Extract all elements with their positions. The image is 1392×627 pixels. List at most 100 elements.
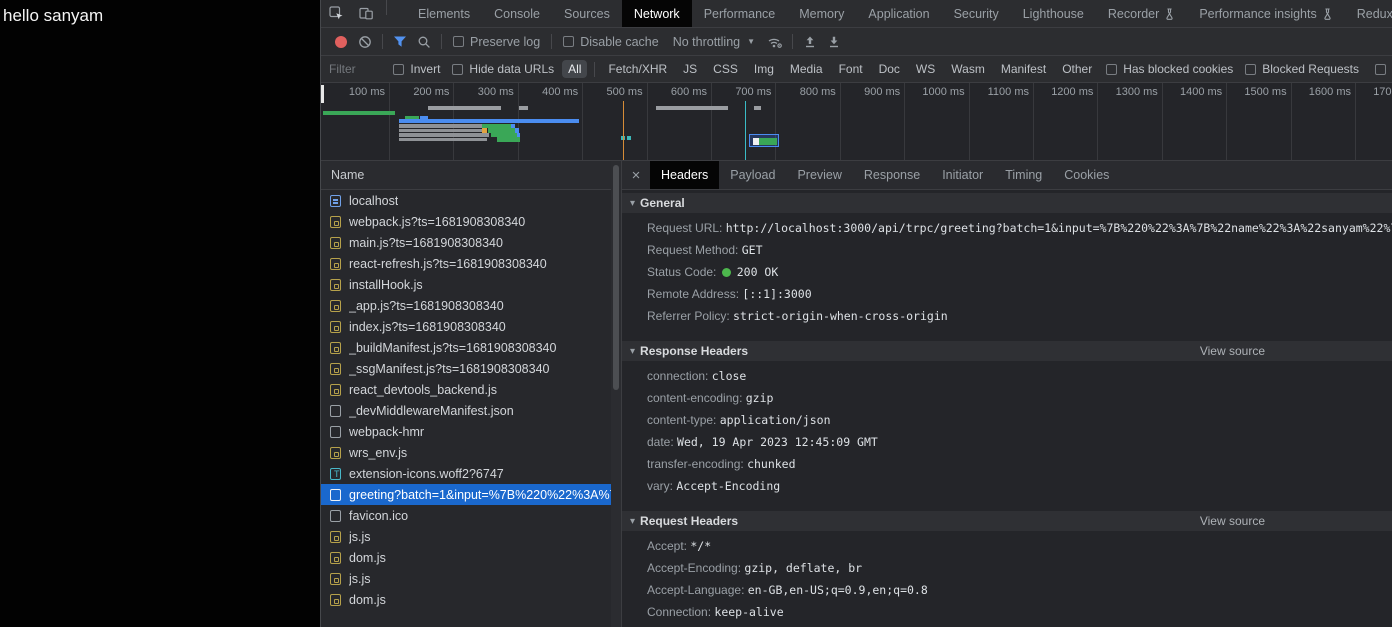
request-row[interactable]: react-refresh.js?ts=1681908308340 [321, 253, 611, 274]
devtools-tab-console[interactable]: Console [482, 0, 552, 27]
search-button[interactable] [412, 30, 436, 54]
request-row[interactable]: _devMiddlewareManifest.json [321, 400, 611, 421]
request-row[interactable]: webpack-hmr [321, 421, 611, 442]
request-row[interactable]: _buildManifest.js?ts=1681908308340 [321, 337, 611, 358]
record-network-log-button[interactable] [329, 30, 353, 54]
header-value: close [712, 369, 747, 383]
request-row[interactable]: webpack.js?ts=1681908308340 [321, 211, 611, 232]
devtools-tab-network[interactable]: Network [622, 0, 692, 27]
js-file-icon [330, 447, 341, 459]
export-har-button[interactable] [822, 30, 846, 54]
detail-tab-cookies[interactable]: Cookies [1053, 161, 1120, 189]
waterfall-bar [627, 136, 631, 140]
devtools-tab-application[interactable]: Application [856, 0, 941, 27]
filter-type-fetch-xhr[interactable]: Fetch/XHR [602, 60, 673, 78]
section-header-general[interactable]: ▾General [622, 193, 1392, 213]
name-column-header[interactable]: Name [321, 161, 611, 190]
toolbar-divider [386, 0, 387, 15]
has-blocked-cookies-label: Has blocked cookies [1123, 62, 1233, 76]
request-row[interactable]: js.js [321, 568, 611, 589]
clear-network-log-button[interactable] [353, 30, 377, 54]
request-row[interactable]: dom.js [321, 589, 611, 610]
devtools-tab-redux[interactable]: Redux [1345, 0, 1392, 27]
filter-button[interactable] [388, 30, 412, 54]
inspect-element-button[interactable] [321, 0, 351, 27]
header-key: Accept-Language: [647, 583, 748, 597]
hide-data-urls-checkbox[interactable]: Hide data URLs [446, 62, 560, 76]
filter-type-js[interactable]: JS [677, 60, 703, 78]
tab-label: Console [494, 7, 540, 21]
tab-label: Network [634, 7, 680, 21]
filter-type-media[interactable]: Media [784, 60, 829, 78]
filter-type-css[interactable]: CSS [707, 60, 744, 78]
request-row[interactable]: installHook.js [321, 274, 611, 295]
devtools-tab-memory[interactable]: Memory [787, 0, 856, 27]
detail-tab-initiator[interactable]: Initiator [931, 161, 994, 189]
devtools-tab-sources[interactable]: Sources [552, 0, 622, 27]
device-toolbar-button[interactable] [351, 0, 381, 27]
request-row[interactable]: _ssgManifest.js?ts=1681908308340 [321, 358, 611, 379]
header-value: strict-origin-when-cross-origin [733, 309, 948, 323]
devtools-main-tabbar: Elements Console Sources Network Performance… [321, 0, 1392, 28]
request-row[interactable]: main.js?ts=1681908308340 [321, 232, 611, 253]
filter-type-doc[interactable]: Doc [873, 60, 906, 78]
request-row[interactable]: wrs_env.js [321, 442, 611, 463]
filter-type-all[interactable]: All [562, 60, 587, 78]
waterfall-bar [399, 124, 487, 128]
scrollbar-thumb[interactable] [613, 165, 619, 390]
detail-tab-headers[interactable]: Headers [650, 161, 719, 189]
network-overview-timeline[interactable]: 100 ms200 ms300 ms400 ms500 ms600 ms700 … [321, 83, 1392, 161]
filter-type-other[interactable]: Other [1056, 60, 1098, 78]
devtools-tab-elements[interactable]: Elements [406, 0, 482, 27]
devtools-tab-recorder[interactable]: Recorder [1096, 0, 1187, 27]
browser-viewport: hello sanyam [0, 0, 320, 627]
network-filter-input[interactable]: Filter [329, 62, 373, 76]
devtools-tab-performance[interactable]: Performance [692, 0, 788, 27]
request-row[interactable]: index.js?ts=1681908308340 [321, 316, 611, 337]
view-source-button[interactable]: View source [1200, 511, 1265, 531]
section-header-response-headers[interactable]: ▾Response HeadersView source [622, 341, 1392, 361]
request-row[interactable]: favicon.ico [321, 505, 611, 526]
section-header-request-headers[interactable]: ▾Request HeadersView source [622, 511, 1392, 531]
font-file-icon [330, 468, 341, 480]
import-har-button[interactable] [798, 30, 822, 54]
overview-handle[interactable] [321, 85, 324, 103]
request-list-scrollbar[interactable] [611, 161, 621, 627]
header-key: transfer-encoding: [647, 457, 747, 471]
header-key: Accept: [647, 539, 690, 553]
invert-filter-checkbox[interactable]: Invert [387, 62, 446, 76]
detail-tab-preview[interactable]: Preview [786, 161, 852, 189]
filter-type-wasm[interactable]: Wasm [945, 60, 991, 78]
request-row[interactable]: dom.js [321, 547, 611, 568]
disable-cache-checkbox[interactable]: Disable cache [557, 35, 665, 49]
request-row[interactable]: extension-icons.woff2?6747 [321, 463, 611, 484]
checkbox-icon [1106, 64, 1117, 75]
request-row[interactable]: js.js [321, 526, 611, 547]
close-details-button[interactable]: × [622, 161, 650, 189]
filter-type-ws[interactable]: WS [910, 60, 941, 78]
request-name: main.js?ts=1681908308340 [349, 236, 503, 250]
devtools-tab-security[interactable]: Security [942, 0, 1011, 27]
detail-tab-payload[interactable]: Payload [719, 161, 786, 189]
devtools-tab-performance-insights[interactable]: Performance insights [1187, 0, 1344, 27]
request-name: _devMiddlewareManifest.json [349, 404, 514, 418]
request-row[interactable]: react_devtools_backend.js [321, 379, 611, 400]
network-conditions-button[interactable] [763, 30, 787, 54]
view-source-button[interactable]: View source [1200, 341, 1265, 361]
throttling-select[interactable]: No throttling ▼ [665, 35, 763, 49]
request-row[interactable]: _app.js?ts=1681908308340 [321, 295, 611, 316]
request-row[interactable]: greeting?batch=1&input=%7B%220%22%3A%7..… [321, 484, 611, 505]
devtools-tab-lighthouse[interactable]: Lighthouse [1011, 0, 1096, 27]
filter-type-manifest[interactable]: Manifest [995, 60, 1052, 78]
detail-tab-response[interactable]: Response [853, 161, 931, 189]
filter-type-font[interactable]: Font [833, 60, 869, 78]
request-row[interactable]: localhost [321, 190, 611, 211]
blocked-requests-checkbox[interactable]: Blocked Requests [1239, 62, 1365, 76]
third-party-requests-checkbox[interactable] [1369, 64, 1392, 75]
detail-tab-timing[interactable]: Timing [994, 161, 1053, 189]
network-split-view: Name localhostwebpack.js?ts=168190830834… [321, 161, 1392, 627]
timeline-tick-label: 600 ms [641, 86, 707, 98]
has-blocked-cookies-checkbox[interactable]: Has blocked cookies [1100, 62, 1239, 76]
filter-type-img[interactable]: Img [748, 60, 780, 78]
preserve-log-checkbox[interactable]: Preserve log [447, 35, 546, 49]
